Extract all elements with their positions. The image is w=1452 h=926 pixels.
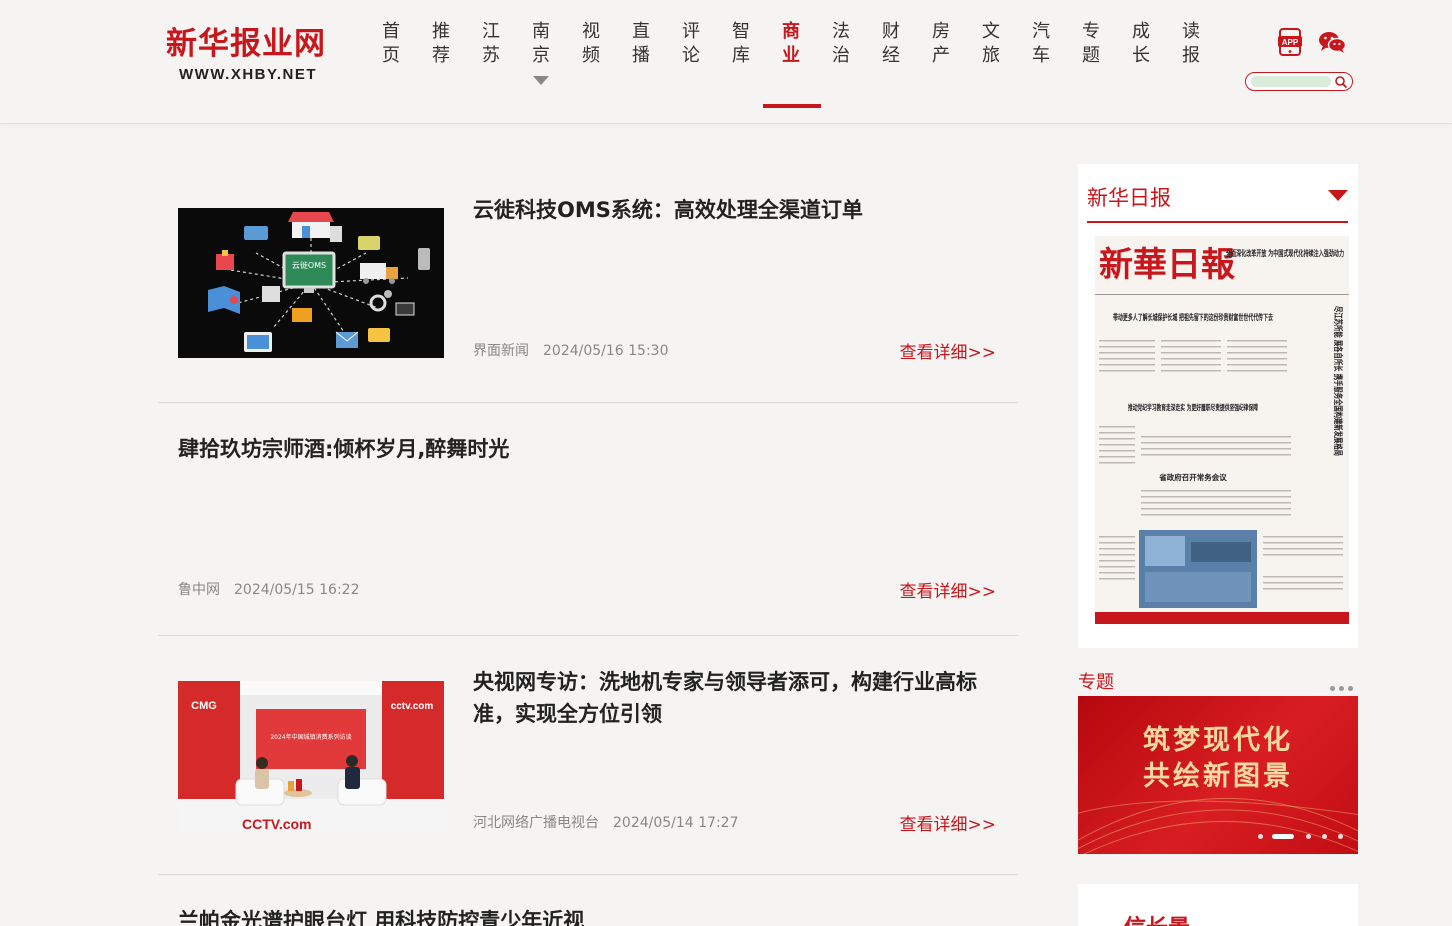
nav-item-comment[interactable]: 评论 <box>670 20 712 68</box>
article-source: 河北网络广播电视台 <box>473 815 599 831</box>
app-icon-label: APP <box>1282 38 1299 47</box>
app-download-icon[interactable]: APP <box>1278 28 1302 56</box>
carousel-dot-active[interactable] <box>1272 834 1294 839</box>
promo-card-text: 信长景 <box>1124 910 1190 926</box>
oms-diagram-illustration: 云徙OMS <box>208 212 430 352</box>
search-box <box>1245 72 1353 91</box>
read-more-link[interactable]: 查看详细>> <box>900 577 997 602</box>
nav-label: 江苏 <box>482 21 500 66</box>
article-meta: 河北网络广播电视台 2024/05/14 17:27 <box>473 812 739 832</box>
article-item: 云徙OMS 云徙科技OMS系统：高效处理全渠道订单 界面新闻 2024/05/16… <box>158 164 1018 403</box>
read-more-link[interactable]: 查看详细>> <box>900 338 997 363</box>
article-date: 2024/05/16 15:30 <box>543 343 669 359</box>
nav-item-read-paper[interactable]: 读报 <box>1170 20 1212 68</box>
carousel-dot[interactable] <box>1322 834 1327 839</box>
paper-masthead: 新華日報 <box>1099 245 1235 285</box>
nav-item-nanjing[interactable]: 南京 <box>520 20 562 85</box>
carousel-dot[interactable] <box>1338 834 1343 839</box>
nav-item-live[interactable]: 直播 <box>620 20 662 68</box>
article-meta: 界面新闻 2024/05/16 15:30 <box>473 340 669 360</box>
nav-label: 南京 <box>532 21 550 66</box>
article-source: 界面新闻 <box>473 343 529 359</box>
paper-headline-1: 全面深化改革开放 为中国式现代化持续注入强劲动力 <box>1225 248 1344 258</box>
newspaper-image: 新華日報 全面深化改革开放 为中国式现代化持续注入强劲动力 带动更多人了解长城保… <box>1095 236 1349 624</box>
nav-item-realestate[interactable]: 房产 <box>920 20 962 68</box>
nav-label: 直播 <box>632 21 650 66</box>
topics-label: 专题 <box>1078 672 1114 693</box>
nav-label: 商业 <box>782 21 800 66</box>
nav-label: 房产 <box>932 21 950 66</box>
newspaper-front-page[interactable]: 新華日報 全面深化改革开放 为中国式现代化持续注入强劲动力 带动更多人了解长城保… <box>1095 236 1349 624</box>
article-thumbnail[interactable]: 云徙OMS <box>178 208 444 358</box>
dropdown-arrow-icon[interactable] <box>533 76 549 85</box>
carousel-dot[interactable] <box>1306 834 1311 839</box>
nav-item-thinktank[interactable]: 智库 <box>720 20 762 68</box>
article-title[interactable]: 云徙科技OMS系统：高效处理全渠道订单 <box>473 194 993 226</box>
nav-label: 推荐 <box>432 21 450 66</box>
nav-item-jiangsu[interactable]: 江苏 <box>470 20 512 68</box>
nav-label: 专题 <box>1082 21 1100 66</box>
paper-side-headline: 尽江苏所能 展各自所长 携手服务全国构建新发展格局 <box>1332 306 1344 456</box>
article-item: 肆拾玖坊宗师酒:倾杯岁月,醉舞时光 鲁中网 2024/05/15 16:22 查看… <box>158 403 1018 636</box>
nav-item-recommend[interactable]: 推荐 <box>420 20 462 68</box>
nav-label: 法治 <box>832 21 850 66</box>
nav-label: 财经 <box>882 21 900 66</box>
active-nav-indicator <box>763 104 821 108</box>
nav-label: 读报 <box>1182 21 1200 66</box>
nav-label: 评论 <box>682 21 700 66</box>
cmg-logo: CMG <box>191 700 217 712</box>
search-input[interactable] <box>1251 76 1331 87</box>
article-date: 2024/05/14 17:27 <box>613 815 739 831</box>
carousel-dot[interactable] <box>1258 834 1263 839</box>
cctv-logo: cctv.com <box>391 701 434 712</box>
paper-headline-4: 省政府召开常务会议 <box>1158 472 1227 482</box>
nav-label: 汽车 <box>1032 21 1050 66</box>
logo-chinese: 新华报业网 <box>166 26 326 62</box>
topic-banner[interactable]: 筑梦现代化 共绘新图景 <box>1078 696 1358 854</box>
wechat-icon[interactable] <box>1318 30 1346 54</box>
article-date: 2024/05/15 16:22 <box>234 582 360 598</box>
nav-item-topics[interactable]: 专题 <box>1070 20 1112 68</box>
article-source: 鲁中网 <box>178 582 220 598</box>
nav-item-video[interactable]: 视频 <box>570 20 612 68</box>
paper-headline-2: 带动更多人了解长城保护长城 把祖先留下的这份珍贵财富世世代代传下去 <box>1113 312 1273 322</box>
promo-card[interactable]: 信长景 <box>1078 884 1358 926</box>
site-logo[interactable]: 新华报业网 WWW.XHBY.NET <box>166 18 346 83</box>
cctv-bottom-logo: CCTV.com <box>242 816 312 831</box>
thumb-caption: 云徙OMS <box>292 260 326 270</box>
nav-item-culture-travel[interactable]: 文旅 <box>970 20 1012 68</box>
nav-label: 文旅 <box>982 21 1000 66</box>
divider <box>1087 221 1348 223</box>
xinhua-daily-panel: 新华日报 新華日報 全面深化改革开放 为中国式现代化持续注入强劲动力 带动更多人… <box>1078 164 1358 648</box>
nav-item-auto[interactable]: 汽车 <box>1020 20 1062 68</box>
article-item: 2024年中国城镇消费系列访谈 CMG cctv.com CCTV.com 央视… <box>158 636 1018 875</box>
nav-item-business[interactable]: 商业 <box>770 20 812 68</box>
article-title[interactable]: 肆拾玖坊宗师酒:倾杯岁月,醉舞时光 <box>178 433 978 465</box>
nav-item-finance[interactable]: 财经 <box>870 20 912 68</box>
paper-headline-3: 推动党纪学习教育走深走实 为更好履职尽责提供坚强纪律保障 <box>1128 402 1258 412</box>
nav-label: 智库 <box>732 21 750 66</box>
paper-title: 新华日报 <box>1087 186 1171 210</box>
article-title[interactable]: 央视网专访：洗地机专家与领导者添可，构建行业高标准，实现全方位引领 <box>473 666 993 730</box>
nav-item-growth[interactable]: 成长 <box>1120 20 1162 68</box>
banner-line-1: 筑梦现代化 <box>1143 725 1293 756</box>
read-more-link[interactable]: 查看详细>> <box>900 810 997 835</box>
chevron-down-icon[interactable] <box>1328 190 1348 201</box>
search-icon[interactable] <box>1334 75 1348 89</box>
logo-url: WWW.XHBY.NET <box>179 66 317 83</box>
nav-label: 首页 <box>382 21 400 66</box>
nav-item-home[interactable]: 首页 <box>370 20 412 68</box>
article-meta: 鲁中网 2024/05/15 16:22 <box>178 579 360 599</box>
article-item: 兰帕金光谱护眼台灯 用科技防控青少年近视 <box>158 875 1018 926</box>
nav-label: 成长 <box>1132 21 1150 66</box>
article-thumbnail[interactable]: 2024年中国城镇消费系列访谈 CMG cctv.com CCTV.com <box>178 681 444 831</box>
site-header: 新华报业网 WWW.XHBY.NET 首页 推荐 江苏 南京 视频 直播 评论 … <box>0 0 1452 124</box>
backdrop-caption: 2024年中国城镇消费系列访谈 <box>270 733 351 741</box>
banner-line-2: 共绘新图景 <box>1143 761 1293 792</box>
interview-studio-photo: 2024年中国城镇消费系列访谈 CMG cctv.com CCTV.com <box>178 681 444 831</box>
more-icon[interactable] <box>1330 676 1360 691</box>
nav-item-law[interactable]: 法治 <box>820 20 862 68</box>
article-title[interactable]: 兰帕金光谱护眼台灯 用科技防控青少年近视 <box>178 905 978 926</box>
nav-label: 视频 <box>582 21 600 66</box>
